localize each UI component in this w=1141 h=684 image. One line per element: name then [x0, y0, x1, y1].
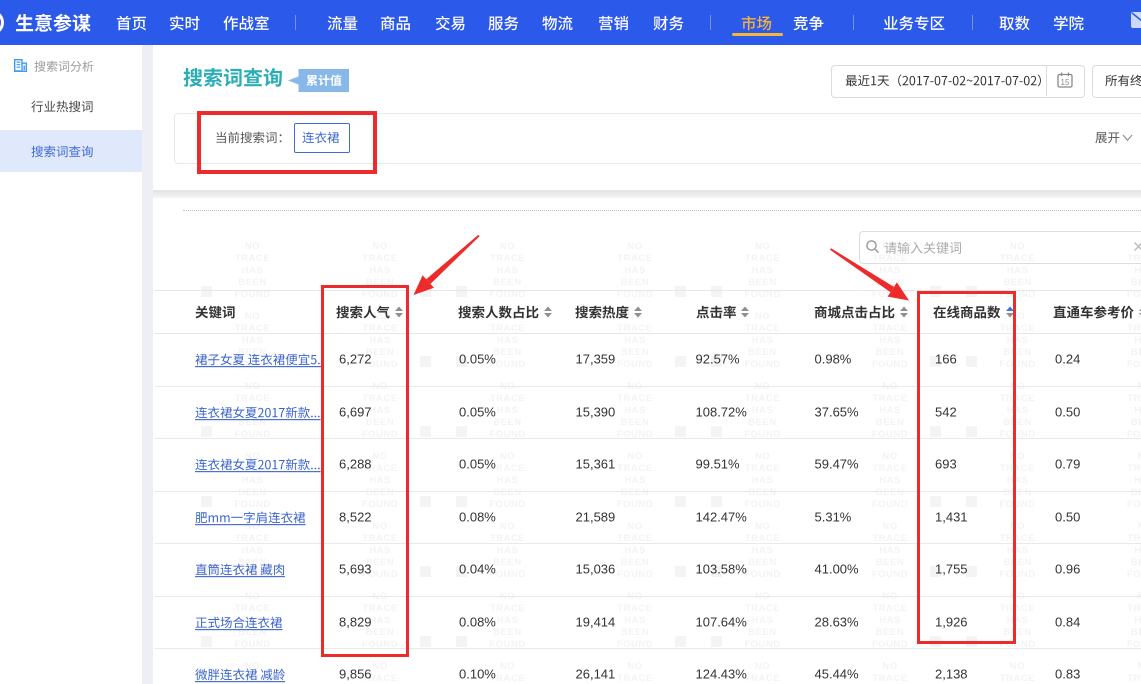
svg-text:15: 15	[1060, 78, 1069, 87]
